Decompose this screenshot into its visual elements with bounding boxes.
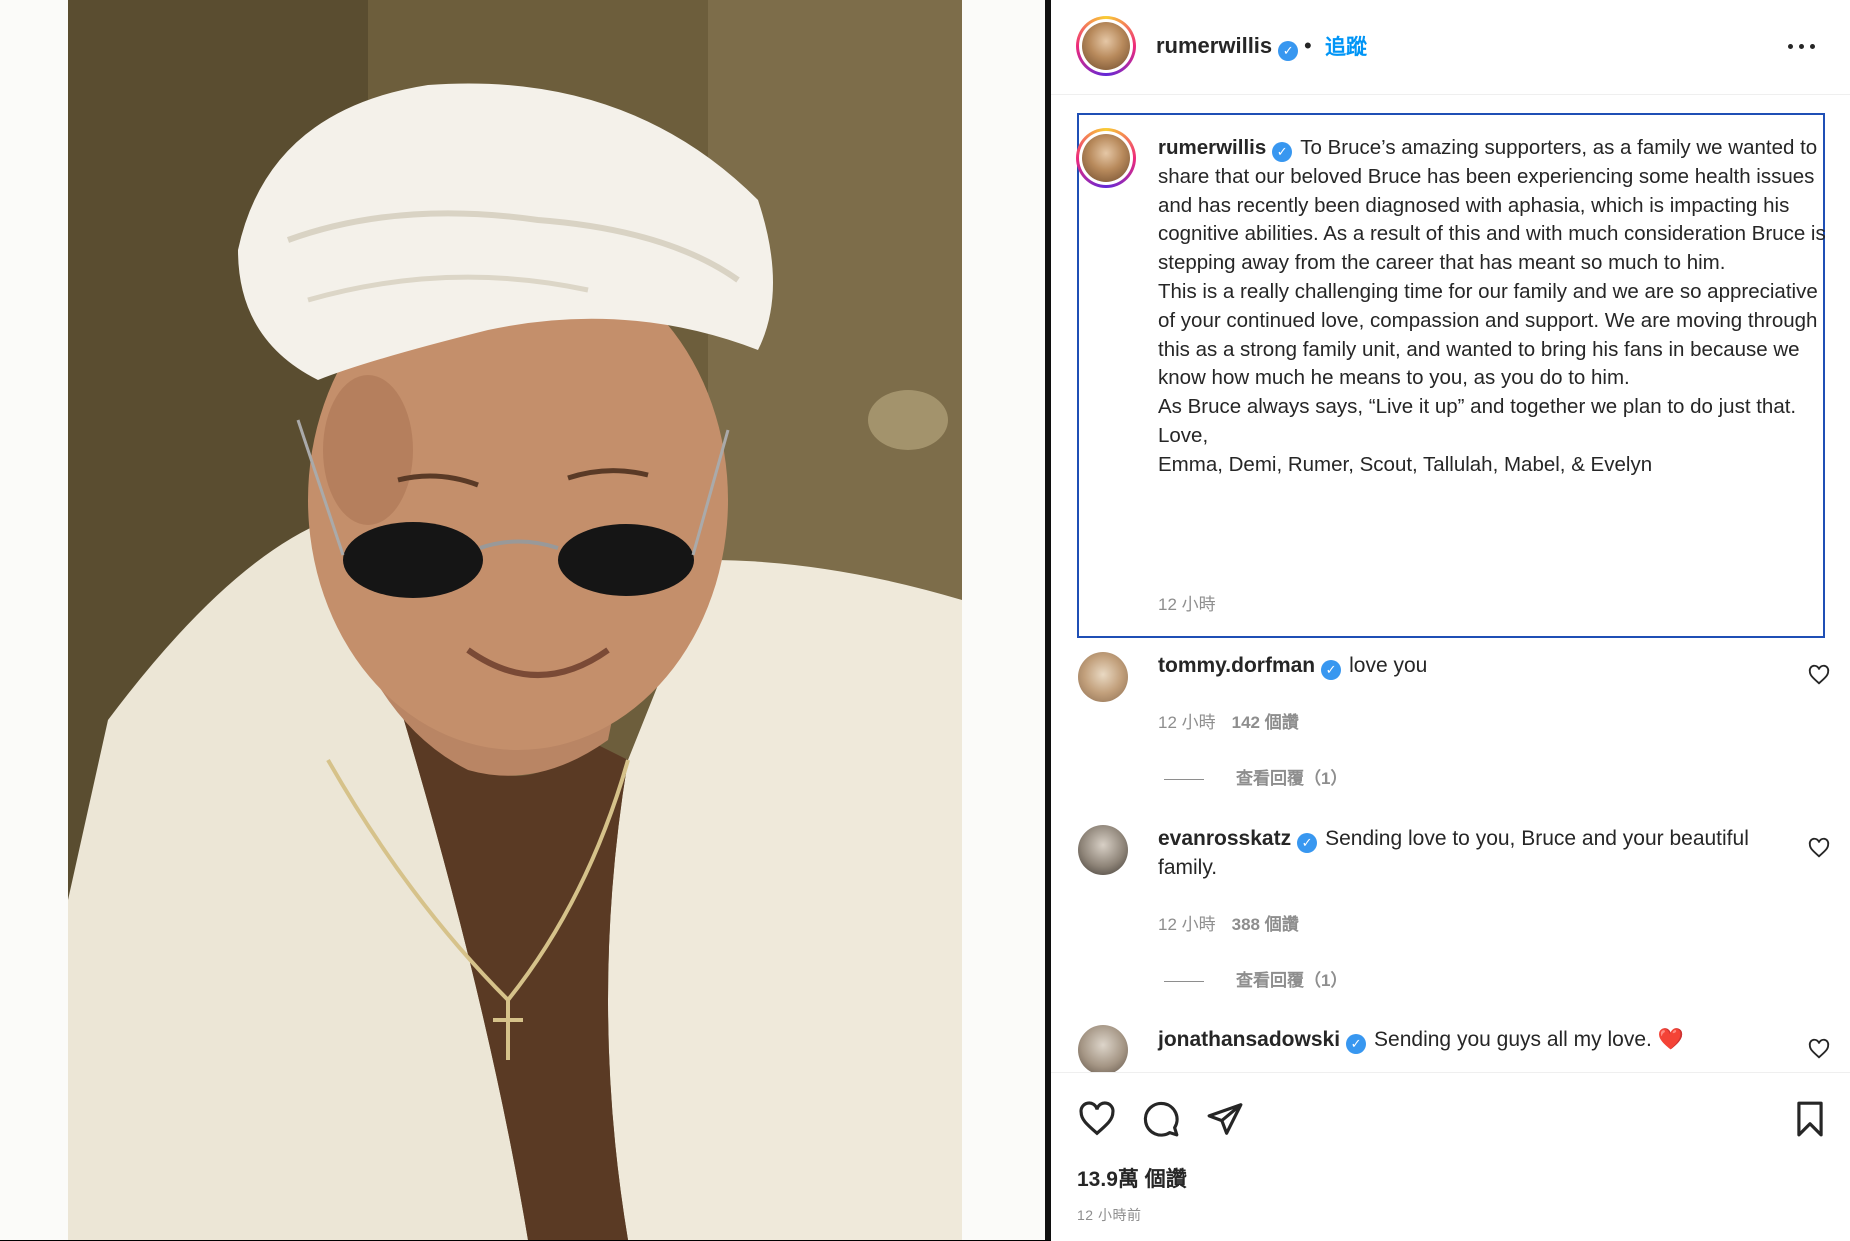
verified-badge-icon: ✓ (1272, 142, 1293, 162)
comment-1-likes[interactable]: 142 個讚 (1232, 713, 1299, 732)
header-separator: • (1304, 33, 1312, 58)
share-send-icon[interactable] (1206, 1100, 1244, 1138)
post-time-ago[interactable]: 12 小時前 (1077, 1205, 1141, 1225)
comment-2-view-replies[interactable]: 查看回覆（1） (1164, 966, 1347, 991)
comment-2-time: 12 小時 (1158, 915, 1216, 934)
verified-badge-icon: ✓ (1297, 833, 1318, 853)
post-action-bar (1051, 1072, 1850, 1241)
follow-button[interactable]: 追蹤 (1325, 31, 1367, 61)
comment-2-likes[interactable]: 388 個讚 (1232, 915, 1299, 934)
comment-2-like-icon[interactable] (1808, 837, 1830, 859)
comment-2-view-replies-label[interactable]: 查看回覆（1） (1236, 971, 1347, 990)
comment-avatar-tommy[interactable] (1078, 652, 1128, 702)
caption-paragraph-4: Love, (1158, 423, 1209, 447)
verified-badge-icon: ✓ (1278, 41, 1299, 61)
caption-username[interactable]: rumerwillis (1158, 136, 1266, 159)
comment-1: tommy.dorfman ✓ love you (1158, 651, 1788, 680)
comment-1-meta: 12 小時 142 個讚 (1158, 708, 1299, 733)
likes-count[interactable]: 13.9萬 個讚 (1077, 1163, 1187, 1193)
comment-2-username[interactable]: evanrosskatz (1158, 827, 1291, 850)
comment-bubble-icon[interactable] (1142, 1100, 1180, 1138)
photo-illustration (68, 0, 962, 1240)
more-options-icon[interactable] (1788, 34, 1818, 58)
comment-3-like-icon[interactable] (1808, 1038, 1830, 1060)
post-photo-pane (0, 0, 1045, 1240)
caption-avatar[interactable] (1076, 128, 1136, 188)
like-heart-icon[interactable] (1078, 1100, 1116, 1138)
red-heart-emoji-icon: ❤️ (1657, 1028, 1684, 1051)
caption-paragraph-3: As Bruce always says, “Live it up” and t… (1158, 395, 1797, 419)
comment-1-like-icon[interactable] (1808, 664, 1830, 686)
verified-badge-icon: ✓ (1321, 660, 1342, 680)
comment-3-text: Sending you guys all my love. (1374, 1028, 1652, 1051)
comment-1-username[interactable]: tommy.dorfman (1158, 654, 1315, 677)
comment-2-meta: 12 小時 388 個讚 (1158, 910, 1299, 935)
comment-1-text: love you (1349, 654, 1428, 677)
caption-text: rumerwillis ✓ To Bruce’s amazing supporter… (1158, 134, 1828, 480)
author-username[interactable]: rumerwillis ✓ (1156, 33, 1299, 61)
caption-paragraph-5: Emma, Demi, Rumer, Scout, Tallulah, Mabe… (1158, 452, 1653, 476)
comment-avatar-jonathan[interactable] (1078, 1025, 1128, 1075)
author-avatar[interactable] (1076, 16, 1136, 76)
comment-3-username[interactable]: jonathansadowski (1158, 1028, 1340, 1051)
caption-time: 12 小時 (1158, 595, 1216, 614)
verified-badge-icon: ✓ (1346, 1034, 1367, 1054)
comment-3: jonathansadowski ✓ Sending you guys all my… (1158, 1025, 1788, 1054)
save-bookmark-icon[interactable] (1791, 1100, 1829, 1138)
comment-1-view-replies[interactable]: 查看回覆（1） (1164, 764, 1347, 789)
comment-1-view-replies-label[interactable]: 查看回覆（1） (1236, 769, 1347, 788)
author-username-text[interactable]: rumerwillis (1156, 33, 1272, 58)
comment-2: evanrosskatz ✓ Sending love to you, Bruce … (1158, 824, 1788, 882)
comment-avatar-evan[interactable] (1078, 825, 1128, 875)
comment-1-time: 12 小時 (1158, 713, 1216, 732)
caption-paragraph-2: This is a really challenging time for ou… (1158, 279, 1818, 390)
post-photo[interactable] (68, 0, 962, 1240)
